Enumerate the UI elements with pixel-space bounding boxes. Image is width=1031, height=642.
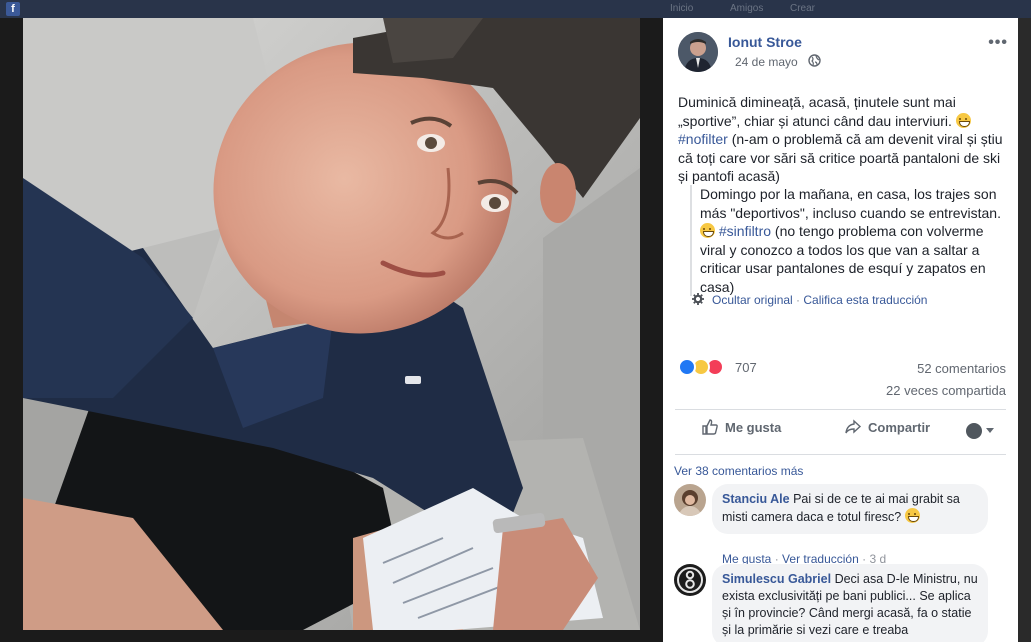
author-avatar[interactable] — [678, 32, 718, 72]
translation-hashtag-link[interactable]: #sinfiltro — [719, 223, 771, 239]
commenter-name-link[interactable]: Simulescu Gabriel — [722, 572, 831, 586]
author-name-link[interactable]: Ionut Stroe — [728, 34, 802, 50]
audience-selector[interactable] — [966, 422, 994, 440]
background-top-bar: f Inicio Amigos Crear — [0, 0, 1031, 18]
ghost-nav-item-friends: Amigos — [730, 3, 764, 14]
post-text-part1: Duminică dimineață, acasă, ținutele sunt… — [678, 94, 956, 129]
comment-bubble: Stanciu Ale Pai si de ce te ai mai grabi… — [712, 484, 988, 534]
ghost-nav-item-create: Crear — [790, 3, 816, 14]
hide-original-link[interactable]: Ocultar original — [712, 293, 793, 307]
commenter-avatar[interactable] — [674, 484, 706, 516]
profile-avatar-icon — [966, 422, 982, 439]
translation-block: Domingo por la mañana, en casa, los traj… — [690, 185, 1008, 296]
post-date-link[interactable]: 24 de mayo — [735, 55, 798, 69]
post-options-button[interactable]: ••• — [988, 34, 1008, 52]
post-side-panel: Ionut Stroe 24 de mayo ••• Duminică dimi… — [663, 18, 1018, 642]
translation-text-part1: Domingo por la mañana, en casa, los traj… — [700, 186, 1001, 221]
rate-translation-link[interactable]: Califica esta traducción — [803, 293, 927, 307]
share-button-label: Compartir — [868, 420, 931, 435]
like-button-label: Me gusta — [725, 420, 782, 435]
like-reaction-icon — [678, 358, 696, 376]
selfie-illustration — [23, 18, 640, 630]
divider — [675, 454, 1006, 455]
post-photo[interactable] — [23, 18, 640, 630]
post-text: Duminică dimineață, acasă, ținutele sunt… — [678, 93, 1008, 186]
grin-emoji-icon — [955, 112, 971, 128]
shares-count-link[interactable]: 22 veces compartida — [886, 380, 1006, 402]
divider — [675, 409, 1006, 410]
post-header: Ionut Stroe 24 de mayo ••• — [678, 32, 1008, 76]
grin-emoji-icon — [700, 223, 715, 238]
grin-emoji-icon — [904, 508, 920, 523]
like-button[interactable]: Me gusta — [702, 419, 782, 435]
share-arrow-icon — [845, 419, 862, 434]
caret-down-icon — [986, 428, 994, 434]
commenter-name-link[interactable]: Stanciu Ale — [722, 492, 790, 506]
commenter-avatar-image — [674, 564, 706, 596]
reactions-count[interactable]: 707 — [735, 360, 757, 375]
commenter-avatar[interactable] — [674, 564, 706, 596]
comment-bubble: Simulescu Gabriel Deci asa D-le Ministru… — [712, 564, 988, 642]
separator: · — [796, 293, 801, 307]
comments-count-link[interactable]: 52 comentarios — [917, 358, 1006, 380]
commenter-avatar-image — [674, 484, 706, 516]
share-button[interactable]: Compartir — [845, 419, 931, 435]
thumbs-up-icon — [702, 419, 718, 435]
hashtag-link[interactable]: #nofilter — [678, 131, 728, 147]
post-actions-bar: Me gusta Compartir — [675, 414, 1006, 446]
author-avatar-image — [678, 32, 718, 72]
ghost-nav-item-home: Inicio — [670, 3, 694, 14]
globe-icon[interactable] — [808, 54, 821, 67]
translation-actions: Ocultar original · Califica esta traducc… — [692, 293, 927, 307]
view-more-comments-link[interactable]: Ver 38 comentarios más — [674, 464, 803, 478]
facebook-logo-icon[interactable]: f — [6, 2, 20, 16]
gear-icon[interactable] — [692, 293, 704, 305]
